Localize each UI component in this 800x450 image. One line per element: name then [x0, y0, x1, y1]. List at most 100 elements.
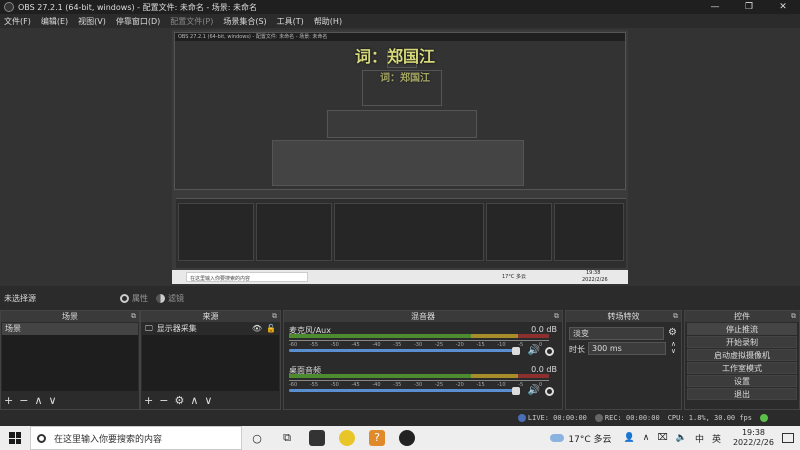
move-up-button[interactable]: ∧: [34, 394, 42, 407]
add-source-button[interactable]: +: [144, 394, 153, 407]
virtual-camera-button[interactable]: 启动虚拟摄像机: [687, 349, 797, 361]
nested-scenes-panel: [178, 203, 254, 261]
scenes-list[interactable]: 场景: [2, 323, 138, 391]
menu-profile[interactable]: 配置文件(P): [170, 16, 213, 27]
source-properties-button[interactable]: ⚙: [174, 394, 184, 407]
studio-mode-button[interactable]: 工作室模式: [687, 362, 797, 374]
settings-button[interactable]: 设置: [687, 375, 797, 387]
gear-icon: [120, 293, 129, 303]
nested-docks: [176, 198, 626, 268]
monitor-icon: 🖵: [145, 324, 153, 333]
add-scene-button[interactable]: +: [4, 394, 13, 407]
undock-icon[interactable]: ⧉: [791, 311, 796, 322]
menu-view[interactable]: 视图(V): [78, 16, 106, 27]
title-bar: OBS 27.2.1 (64-bit, windows) - 配置文件: 未命名…: [0, 0, 800, 14]
network-icon[interactable]: ⌧: [657, 433, 667, 443]
filters-button[interactable]: 滤镜: [156, 293, 184, 304]
lyric-overlay-echo: 词：郑国江: [380, 73, 430, 84]
controls-dock: 控件 ⧉ 停止推流 开始录制 启动虚拟摄像机 工作室模式 设置 退出: [684, 310, 800, 410]
speaker-icon[interactable]: 🔊: [528, 345, 540, 356]
menu-file[interactable]: 文件(F): [4, 16, 31, 27]
duration-input[interactable]: 300 ms: [588, 342, 666, 355]
obs-taskbar-icon[interactable]: [392, 426, 422, 450]
scenes-dock: 场景 ⧉ 场景 + − ∧ ∨: [0, 310, 140, 410]
ime-indicator[interactable]: 中: [695, 432, 704, 445]
app-icon-1[interactable]: [302, 426, 332, 450]
system-tray: 17°C 多云 👤 ∧ ⌧ 🔈 中 英 19:38 2022/2/26: [550, 426, 800, 450]
start-button[interactable]: [0, 426, 30, 450]
menu-scene-collection[interactable]: 场景集合(S): [223, 16, 266, 27]
taskbar-search[interactable]: 在这里输入你要搜索的内容: [30, 426, 242, 450]
chevron-up-icon[interactable]: ∧: [643, 433, 650, 443]
gear-icon[interactable]: [545, 347, 554, 356]
scenes-toolbar: + − ∧ ∨: [4, 394, 57, 407]
mixer-channel-desktop: 桌面音频 0.0 dB -60 -55 -50 -45 -40 -35 -30 -25 -20 -1…: [286, 365, 560, 409]
help-app-icon[interactable]: ?: [362, 426, 392, 450]
connection-icon: [760, 414, 768, 422]
gear-icon[interactable]: [545, 387, 554, 396]
meter-tick-label: -25: [434, 342, 443, 348]
move-down-button[interactable]: ∨: [204, 394, 212, 407]
meter-tick-label: -55: [309, 382, 318, 388]
minimize-button[interactable]: —: [698, 0, 732, 14]
meter-ticks: -60 -55 -50 -45 -40 -35 -30 -25 -20 -15 -10 -5 0: [289, 340, 549, 348]
language-indicator[interactable]: 英: [712, 432, 721, 445]
remove-scene-button[interactable]: −: [19, 394, 28, 407]
clock[interactable]: 19:38 2022/2/26: [733, 428, 774, 448]
stop-stream-button[interactable]: 停止推流: [687, 323, 797, 335]
undock-icon[interactable]: ⧉: [673, 311, 678, 322]
meter-tick-label: -50: [330, 342, 339, 348]
exit-button[interactable]: 退出: [687, 388, 797, 400]
preview-area[interactable]: OBS 27.2.1 (64-bit, windows) - 配置文件: 未命名…: [0, 28, 800, 286]
remove-source-button[interactable]: −: [159, 394, 168, 407]
transition-select[interactable]: 淡变: [569, 327, 664, 340]
undock-icon[interactable]: ⧉: [554, 311, 559, 322]
clock-time: 19:38: [741, 428, 766, 437]
windows-taskbar: 在这里输入你要搜索的内容 ○ ⧉ ? 17°C 多云 👤 ∧ ⌧ 🔈 中 英 1…: [0, 426, 800, 450]
move-down-button[interactable]: ∨: [49, 394, 57, 407]
live-status: LIVE: 00:00:00: [517, 414, 587, 422]
volume-slider[interactable]: [289, 349, 519, 352]
menu-edit[interactable]: 编辑(E): [41, 16, 68, 27]
weather-widget[interactable]: 17°C 多云: [550, 432, 612, 445]
sources-list[interactable]: 🖵 显示器采集 👁 🔓: [142, 323, 279, 391]
nested-preview-2: [272, 140, 524, 186]
cpu-status: CPU: 1.8%, 30.00 fps: [667, 414, 752, 422]
close-button[interactable]: ✕: [766, 0, 800, 14]
menu-help[interactable]: 帮助(H): [314, 16, 342, 27]
volume-icon[interactable]: 🔈: [676, 433, 687, 443]
meter-tick-label: -55: [309, 342, 318, 348]
volume-slider[interactable]: [289, 389, 519, 392]
undock-icon[interactable]: ⧉: [131, 311, 136, 322]
move-up-button[interactable]: ∧: [190, 394, 198, 407]
meter-ticks: -60 -55 -50 -45 -40 -35 -30 -25 -20 -15 -10 -5 0: [289, 380, 549, 388]
undock-icon[interactable]: ⧉: [272, 311, 277, 322]
properties-button[interactable]: 属性: [120, 293, 148, 304]
broadcast-icon: [517, 414, 526, 422]
cortana-icon[interactable]: ○: [242, 426, 272, 450]
notification-icon[interactable]: [782, 433, 794, 443]
nested-date: 2022/2/26: [582, 277, 608, 283]
start-record-button[interactable]: 开始录制: [687, 336, 797, 348]
menu-docks[interactable]: 停靠窗口(D): [116, 16, 160, 27]
lock-icon[interactable]: 🔓: [266, 323, 276, 335]
person-icon[interactable]: 👤: [624, 433, 635, 443]
task-view-icon[interactable]: ⧉: [272, 426, 302, 450]
window-title: OBS 27.2.1 (64-bit, windows) - 配置文件: 未命名…: [18, 2, 258, 12]
meter-tick-label: -10: [497, 342, 506, 348]
maximize-button[interactable]: ❐: [732, 0, 766, 14]
gear-icon[interactable]: ⚙: [668, 327, 677, 338]
volume-knob[interactable]: [512, 347, 520, 355]
source-item[interactable]: 🖵 显示器采集 👁 🔓: [142, 323, 279, 335]
mixer-dock: 混音器 ⧉ 麦克风/Aux 0.0 dB -60 -55 -50 -45 -40 -35 -3…: [283, 310, 563, 410]
eye-icon[interactable]: 👁: [252, 323, 262, 335]
volume-knob[interactable]: [512, 387, 520, 395]
transitions-dock: 转场特效 ⧉ 淡变 ⚙ 时长 300 ms ∧ ∨: [565, 310, 682, 410]
meter-tick-label: -15: [476, 382, 485, 388]
duration-stepper[interactable]: ∧ ∨: [671, 341, 676, 355]
app-icon-2[interactable]: [332, 426, 362, 450]
nested-time: 19:38: [586, 270, 601, 276]
menu-tools[interactable]: 工具(T): [277, 16, 304, 27]
speaker-icon[interactable]: 🔊: [528, 385, 540, 396]
scene-item[interactable]: 场景: [2, 323, 138, 335]
